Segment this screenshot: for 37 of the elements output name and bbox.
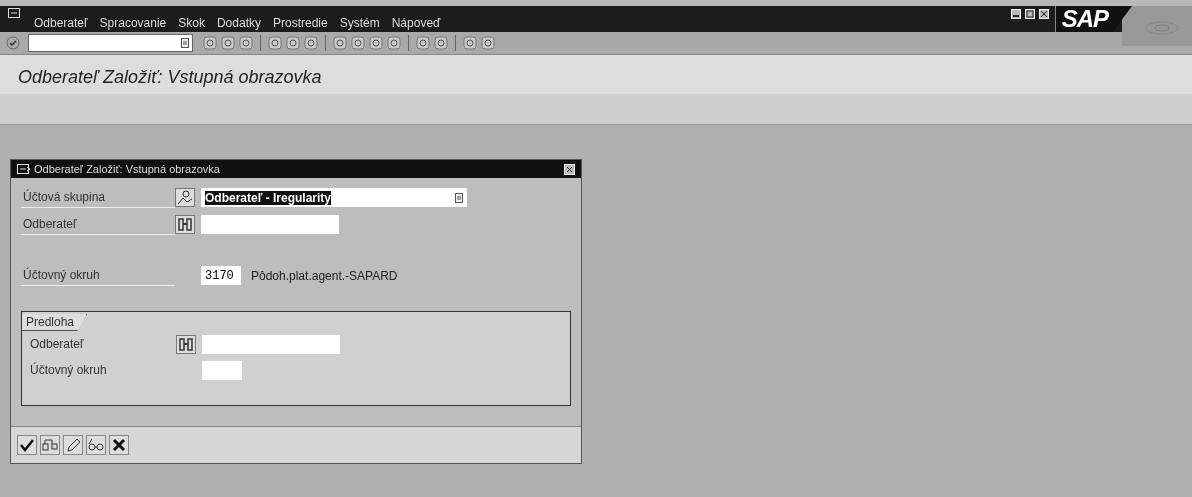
- maximize-icon[interactable]: [1024, 9, 1035, 19]
- menu-item[interactable]: Nápoveď: [391, 16, 441, 30]
- menu-item[interactable]: Spracovanie: [99, 16, 167, 30]
- dialog-title: Odberateľ Založiť: Vstupná obrazovka: [34, 163, 220, 175]
- field-value: Odberateľ - Iregularity: [205, 190, 331, 205]
- description-text: Pôdoh.plat.agent.-SAPARD: [251, 268, 398, 283]
- menu-item[interactable]: Dodatky: [216, 16, 261, 30]
- dropdown-icon[interactable]: [181, 38, 189, 48]
- input-field[interactable]: 3170: [201, 266, 241, 285]
- check-icon[interactable]: [17, 435, 37, 455]
- hierarchy-icon[interactable]: [40, 435, 60, 455]
- minimize-icon[interactable]: [1010, 9, 1021, 19]
- screen-title: Odberateľ Založiť: Vstupná obrazovka: [0, 55, 1192, 94]
- input-field[interactable]: [201, 215, 339, 234]
- menu-item[interactable]: Prostredie: [272, 16, 328, 30]
- check-icon[interactable]: [6, 36, 20, 50]
- group-title: Predloha: [22, 314, 88, 331]
- close-icon[interactable]: [1038, 9, 1049, 19]
- input-field[interactable]: [202, 360, 242, 380]
- close-icon[interactable]: [564, 163, 575, 175]
- person-icon[interactable]: [175, 188, 195, 207]
- input-field[interactable]: [202, 334, 340, 354]
- glasses-icon[interactable]: [86, 435, 106, 455]
- dropdown-icon[interactable]: [455, 192, 463, 203]
- field-label: Účtovný okruh: [30, 363, 108, 377]
- command-field[interactable]: [28, 34, 193, 52]
- field-label: Účtovný okruh: [21, 265, 175, 286]
- menu-item[interactable]: Systém: [339, 16, 380, 30]
- field-label: Odberateľ: [30, 337, 85, 351]
- window-menu-icon[interactable]: [8, 8, 20, 18]
- dropdown-field[interactable]: Odberateľ - Iregularity: [201, 188, 467, 207]
- pencil-icon[interactable]: [63, 435, 83, 455]
- menu-item[interactable]: Skok: [178, 16, 205, 30]
- menu-item[interactable]: Odberateľ: [34, 16, 88, 30]
- binoculars-icon[interactable]: [175, 215, 195, 234]
- window-menu-icon[interactable]: [17, 164, 31, 174]
- binoculars-icon[interactable]: [176, 334, 196, 354]
